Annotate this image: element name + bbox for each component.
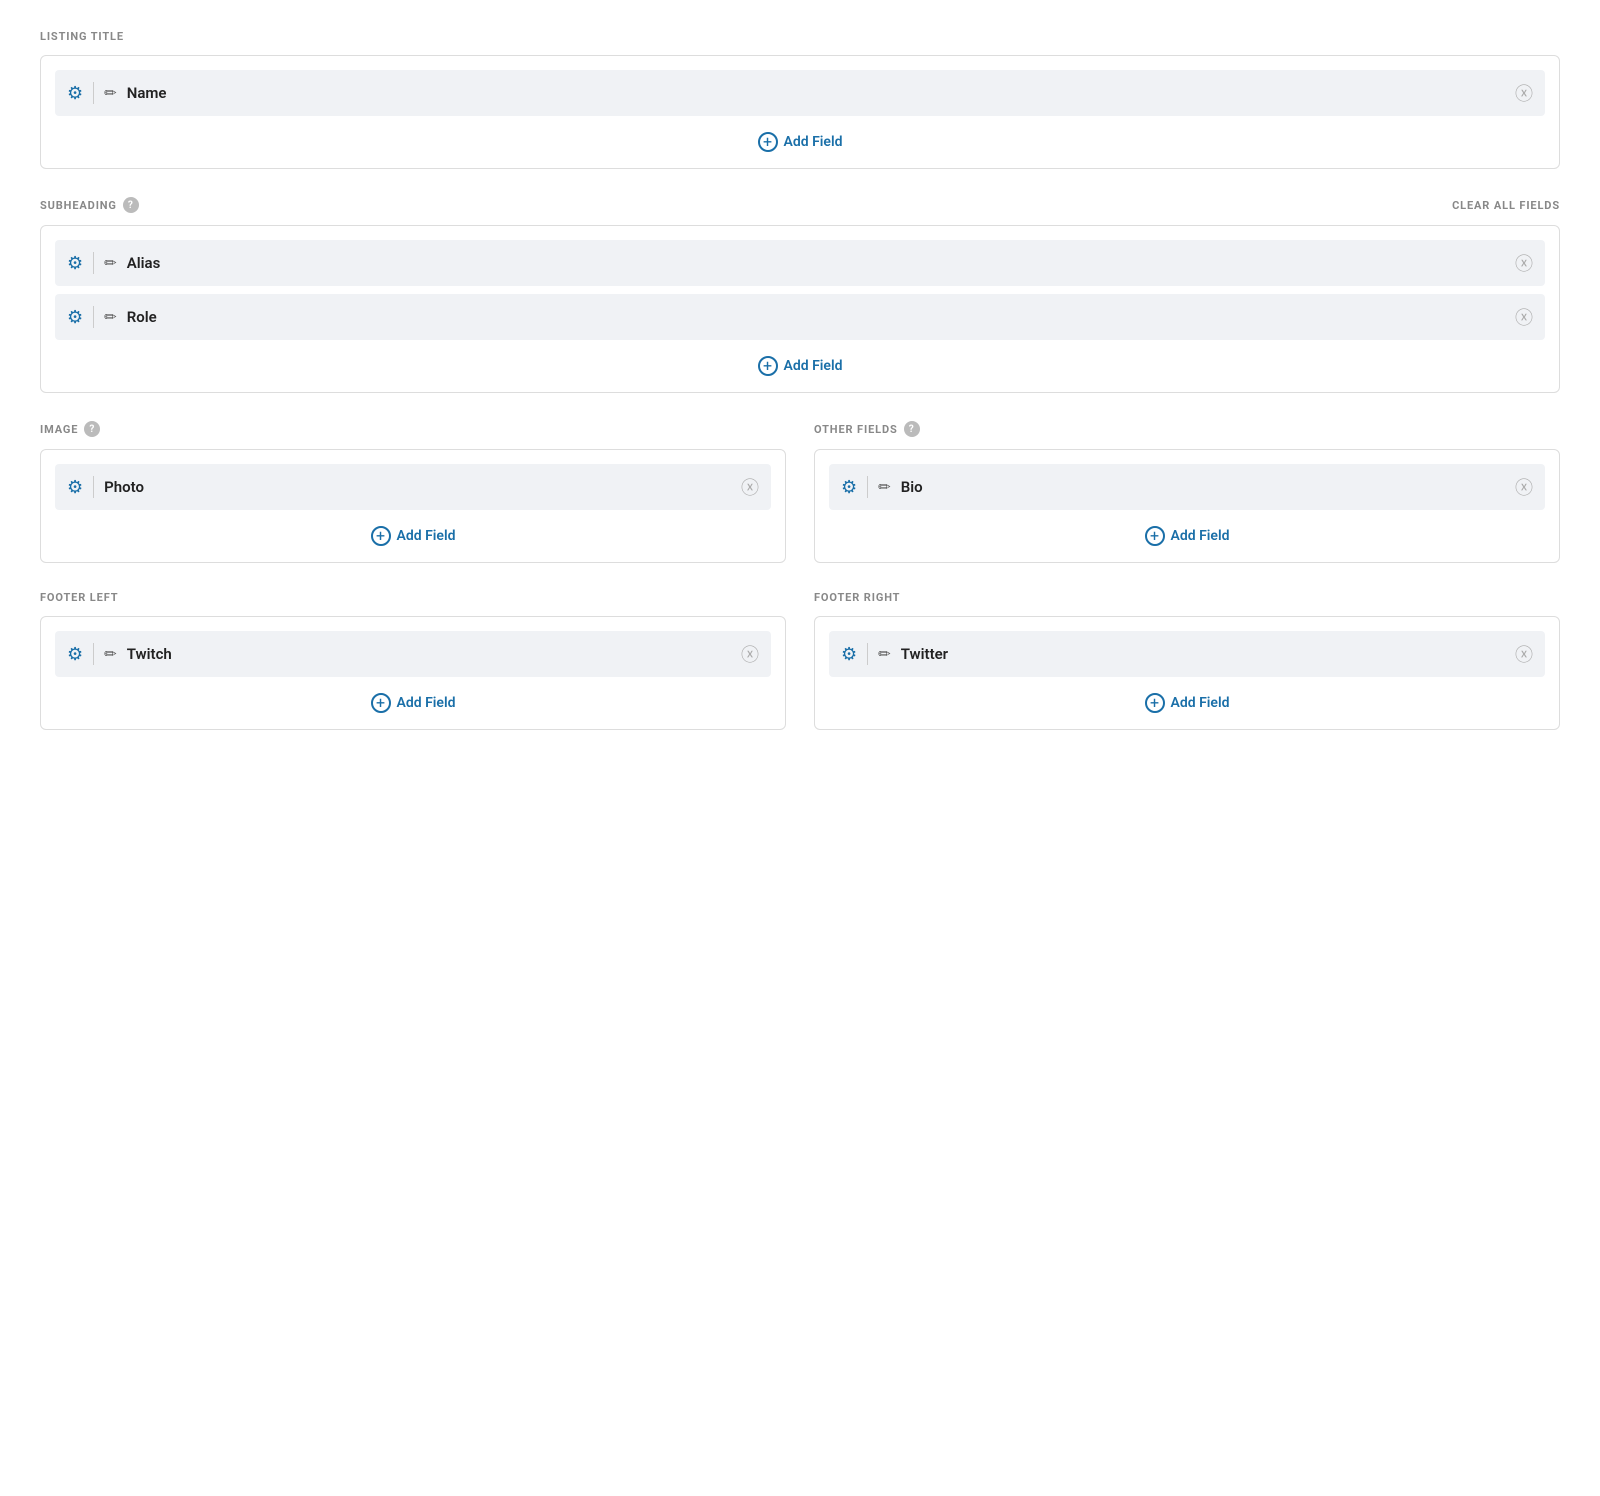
image-add-field-button[interactable]: + Add Field	[55, 518, 771, 548]
pencil-icon: ✏	[104, 254, 117, 272]
field-label: Twitch	[127, 645, 731, 663]
other-fields-field-bio: ⚙ ✏ Bio ⓧ	[829, 464, 1545, 510]
subheading-box: ⚙ ✏ Alias ⓧ ⚙ ✏ Role ⓧ + Add Field	[40, 225, 1560, 393]
image-other-fields-row: IMAGE ? ⚙ Photo ⓧ + Add Field OTHER FIEL…	[40, 421, 1560, 563]
plus-circle-icon: +	[1145, 693, 1165, 713]
listing-title-box: ⚙ ✏ Name ⓧ + Add Field	[40, 55, 1560, 169]
pencil-icon: ✏	[878, 478, 891, 496]
plus-circle-icon: +	[371, 693, 391, 713]
remove-icon[interactable]: ⓧ	[1515, 80, 1533, 106]
clear-all-button[interactable]: CLEAR ALL FIELDS	[1452, 199, 1560, 212]
divider	[93, 476, 94, 498]
subheading-label: SUBHEADING	[40, 199, 117, 212]
subheading-section: SUBHEADING ? CLEAR ALL FIELDS ⚙ ✏ Alias …	[40, 197, 1560, 393]
field-label: Alias	[127, 254, 1505, 272]
divider	[93, 252, 94, 274]
footer-left-field-twitch: ⚙ ✏ Twitch ⓧ	[55, 631, 771, 677]
footer-left-add-field-button[interactable]: + Add Field	[55, 685, 771, 715]
remove-icon[interactable]: ⓧ	[1515, 250, 1533, 276]
remove-icon[interactable]: ⓧ	[741, 641, 759, 667]
subheading-field-alias: ⚙ ✏ Alias ⓧ	[55, 240, 1545, 286]
field-label: Bio	[901, 478, 1505, 496]
pencil-icon: ✏	[104, 308, 117, 326]
subheading-add-field-button[interactable]: + Add Field	[55, 348, 1545, 378]
gear-icon[interactable]: ⚙	[67, 83, 83, 104]
remove-icon[interactable]: ⓧ	[741, 474, 759, 500]
footer-right-field-twitter: ⚙ ✏ Twitter ⓧ	[829, 631, 1545, 677]
listing-title-field-name: ⚙ ✏ Name ⓧ	[55, 70, 1545, 116]
subheading-field-role: ⚙ ✏ Role ⓧ	[55, 294, 1545, 340]
divider	[93, 82, 94, 104]
divider	[867, 476, 868, 498]
gear-icon[interactable]: ⚙	[841, 644, 857, 665]
listing-title-label: LISTING TITLE	[40, 30, 124, 43]
remove-icon[interactable]: ⓧ	[1515, 641, 1533, 667]
footer-right-label: FOOTER RIGHT	[814, 591, 900, 604]
listing-title-add-field-button[interactable]: + Add Field	[55, 124, 1545, 154]
footer-left-section: FOOTER LEFT ⚙ ✏ Twitch ⓧ + Add Field	[40, 591, 786, 730]
footer-left-box: ⚙ ✏ Twitch ⓧ + Add Field	[40, 616, 786, 730]
pencil-icon: ✏	[104, 645, 117, 663]
field-label: Name	[127, 84, 1505, 102]
footer-right-add-field-button[interactable]: + Add Field	[829, 685, 1545, 715]
remove-icon[interactable]: ⓧ	[1515, 304, 1533, 330]
add-field-label: Add Field	[784, 134, 843, 150]
divider	[93, 306, 94, 328]
plus-circle-icon: +	[758, 132, 778, 152]
plus-circle-icon: +	[371, 526, 391, 546]
listing-title-section: LISTING TITLE ⚙ ✏ Name ⓧ + Add Field	[40, 30, 1560, 169]
divider	[93, 643, 94, 665]
plus-circle-icon: +	[1145, 526, 1165, 546]
image-label: IMAGE	[40, 423, 78, 436]
other-fields-box: ⚙ ✏ Bio ⓧ + Add Field	[814, 449, 1560, 563]
other-fields-section: OTHER FIELDS ? ⚙ ✏ Bio ⓧ + Add Field	[814, 421, 1560, 563]
footer-left-label: FOOTER LEFT	[40, 591, 118, 604]
pencil-icon: ✏	[104, 84, 117, 102]
other-fields-help-icon[interactable]: ?	[904, 421, 920, 437]
footer-right-box: ⚙ ✏ Twitter ⓧ + Add Field	[814, 616, 1560, 730]
add-field-label: Add Field	[397, 528, 456, 544]
field-label: Role	[127, 308, 1505, 326]
image-help-icon[interactable]: ?	[84, 421, 100, 437]
other-fields-add-field-button[interactable]: + Add Field	[829, 518, 1545, 548]
subheading-help-icon[interactable]: ?	[123, 197, 139, 213]
gear-icon[interactable]: ⚙	[67, 307, 83, 328]
gear-icon[interactable]: ⚙	[67, 477, 83, 498]
divider	[867, 643, 868, 665]
gear-icon[interactable]: ⚙	[841, 477, 857, 498]
plus-circle-icon: +	[758, 356, 778, 376]
field-label: Photo	[104, 478, 731, 496]
add-field-label: Add Field	[1171, 695, 1230, 711]
field-label: Twitter	[901, 645, 1505, 663]
gear-icon[interactable]: ⚙	[67, 253, 83, 274]
pencil-icon: ✏	[878, 645, 891, 663]
add-field-label: Add Field	[1171, 528, 1230, 544]
footer-row: FOOTER LEFT ⚙ ✏ Twitch ⓧ + Add Field FOO…	[40, 591, 1560, 730]
add-field-label: Add Field	[784, 358, 843, 374]
image-field-photo: ⚙ Photo ⓧ	[55, 464, 771, 510]
gear-icon[interactable]: ⚙	[67, 644, 83, 665]
add-field-label: Add Field	[397, 695, 456, 711]
image-box: ⚙ Photo ⓧ + Add Field	[40, 449, 786, 563]
remove-icon[interactable]: ⓧ	[1515, 474, 1533, 500]
image-section: IMAGE ? ⚙ Photo ⓧ + Add Field	[40, 421, 786, 563]
other-fields-label: OTHER FIELDS	[814, 423, 898, 436]
footer-right-section: FOOTER RIGHT ⚙ ✏ Twitter ⓧ + Add Field	[814, 591, 1560, 730]
